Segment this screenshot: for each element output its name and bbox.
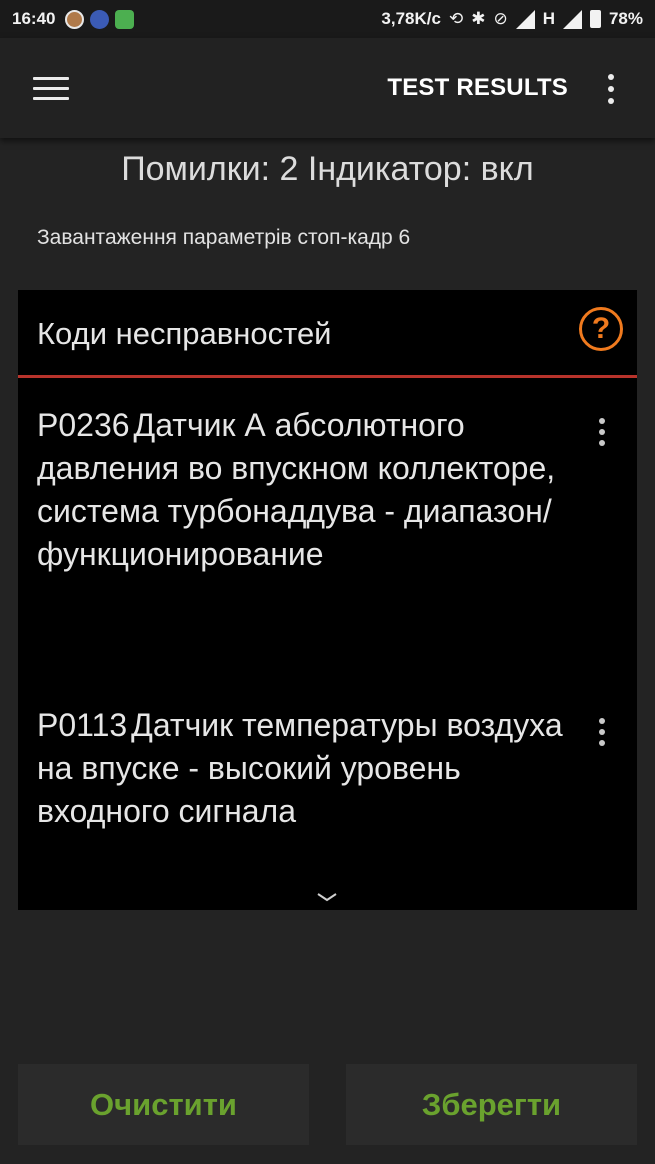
network-type: H [542, 9, 555, 28]
network-speed: 3,78K/c [381, 9, 441, 28]
clear-button[interactable]: Очистити [18, 1064, 309, 1145]
notification-icons [65, 9, 135, 29]
item-more-icon[interactable] [597, 418, 607, 448]
dtc-code: P0236 [37, 407, 130, 443]
signal-icon [562, 9, 582, 29]
errors-summary: Помилки: 2 Індикатор: вкл [121, 150, 534, 188]
coin-app-icon [65, 9, 85, 29]
vibrate-off-icon: ⊘ [493, 9, 508, 28]
system-status: 3,78K/c ⟲ ✱ ⊘ H 78% [381, 9, 643, 29]
hamburger-menu-icon[interactable] [33, 77, 69, 101]
save-button[interactable]: Зберегти [346, 1064, 637, 1145]
card-title: Коди несправностей [37, 316, 332, 351]
item-more-icon[interactable] [597, 718, 607, 748]
battery-icon [589, 10, 601, 28]
signal-icon [515, 9, 535, 29]
chevron-down-icon[interactable] [316, 890, 338, 904]
status-bar: 16:40 3,78K/c ⟲ ✱ ⊘ H 78% [0, 0, 655, 38]
app-bar: TEST RESULTS [0, 38, 655, 138]
maps-icon [115, 9, 135, 29]
fault-codes-card: Коди несправностей ? P0236 Датчик А абсол… [18, 290, 637, 910]
status-time: 16:40 [12, 9, 56, 28]
freeze-frame-status: Завантаження параметрів стоп-кадр 6 [37, 226, 411, 249]
dtc-code: P0113 [37, 707, 128, 743]
list-item[interactable]: P0113 Датчик температуры воздуха на впуск… [37, 704, 577, 833]
page-title: TEST RESULTS [387, 74, 568, 101]
card-header: Коди несправностей ? [18, 290, 637, 378]
overflow-menu-icon[interactable] [601, 72, 621, 106]
bluetooth-icon: ✱ [471, 9, 486, 28]
sync-icon: ⟲ [448, 9, 464, 28]
battery-level: 78% [608, 9, 643, 28]
facebook-icon [90, 9, 110, 29]
help-icon[interactable]: ? [579, 307, 623, 351]
list-item[interactable]: P0236 Датчик А абсолютного давления во вп… [37, 404, 577, 576]
